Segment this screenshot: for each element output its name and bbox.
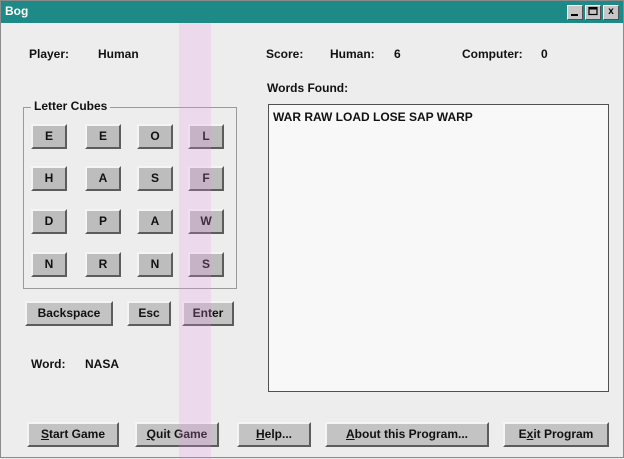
player-label: Player: (29, 47, 70, 61)
cube-r1-c4[interactable]: L (188, 124, 224, 149)
exit-program-label: it Program (533, 427, 594, 441)
computer-score-value: 0 (541, 47, 548, 61)
word-label: Word: (31, 357, 66, 371)
computer-score-label: Computer: (462, 47, 523, 61)
cube-r3-c2[interactable]: P (85, 209, 121, 234)
about-program-button[interactable]: About this Program... (325, 422, 489, 447)
help-label: elp... (264, 427, 292, 441)
cube-r2-c2[interactable]: A (85, 166, 121, 191)
backspace-button[interactable]: Backspace (25, 301, 113, 326)
maximize-icon[interactable] (585, 5, 601, 20)
quit-game-hotkey: Q (146, 427, 156, 441)
bog-window: Bog x Player: Human Score: Human: 6 Comp… (0, 0, 624, 459)
human-score-value: 6 (394, 47, 401, 61)
player-value: Human (98, 47, 139, 61)
cube-r4-c1[interactable]: N (31, 252, 67, 277)
title-bar[interactable]: Bog x (1, 1, 623, 23)
cube-r1-c2[interactable]: E (85, 124, 121, 149)
human-score-label: Human: (330, 47, 375, 61)
cube-r4-c4[interactable]: S (188, 252, 224, 277)
about-program-label: bout this Program... (354, 427, 468, 441)
cube-r3-c3[interactable]: A (137, 209, 173, 234)
window-controls: x (567, 5, 619, 20)
start-game-button[interactable]: Start Game (27, 422, 119, 447)
quit-game-button[interactable]: Quit Game (135, 422, 219, 447)
minimize-icon[interactable] (567, 5, 583, 20)
words-found-label: Words Found: (267, 81, 349, 95)
score-label: Score: (266, 47, 304, 61)
window-title: Bog (5, 4, 29, 18)
words-found-text: WAR RAW LOAD LOSE SAP WARP (273, 110, 473, 124)
word-value: NASA (85, 357, 120, 371)
cube-r2-c3[interactable]: S (137, 166, 173, 191)
exit-program-button[interactable]: Exit Program (503, 422, 609, 447)
cube-r4-c2[interactable]: R (85, 252, 121, 277)
start-game-hotkey: S (40, 427, 49, 441)
help-button[interactable]: Help... (237, 422, 311, 447)
cube-r2-c1[interactable]: H (31, 166, 67, 191)
about-program-hotkey: A (345, 427, 355, 441)
cube-r4-c3[interactable]: N (137, 252, 173, 277)
cube-r2-c4[interactable]: F (188, 166, 224, 191)
cube-r1-c3[interactable]: O (137, 124, 173, 149)
enter-button[interactable]: Enter (182, 301, 234, 326)
exit-program-prefix: E (518, 427, 527, 441)
help-hotkey: H (255, 427, 265, 441)
words-found-list[interactable]: WAR RAW LOAD LOSE SAP WARP (268, 104, 609, 392)
cube-r3-c4[interactable]: W (188, 209, 224, 234)
esc-button[interactable]: Esc (127, 301, 171, 326)
letter-cubes-title: Letter Cubes (31, 99, 111, 113)
quit-game-label: uit Game (155, 427, 208, 441)
cube-r3-c1[interactable]: D (31, 209, 67, 234)
close-icon[interactable]: x (603, 5, 619, 20)
start-game-label: tart Game (48, 427, 106, 441)
cube-r1-c1[interactable]: E (31, 124, 67, 149)
